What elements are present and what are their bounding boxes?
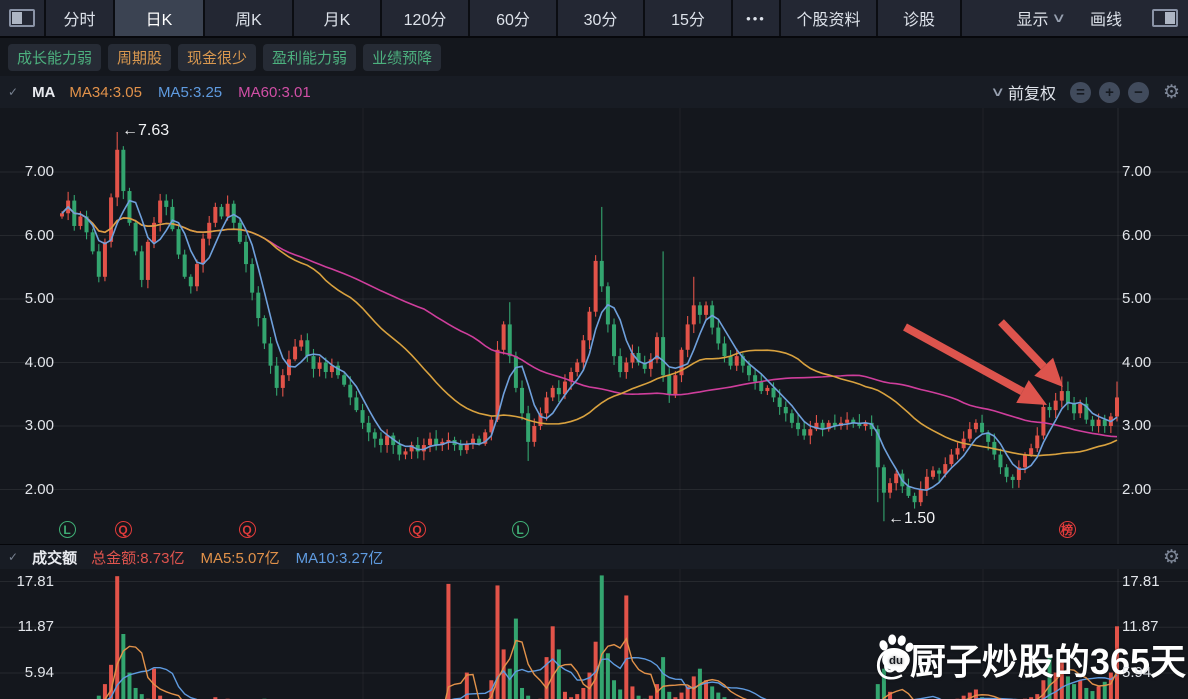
volume-legend-row: ✓ 成交额 总金额:8.73亿 MA5:5.07亿 MA10:3.27亿 ⚙ [0,545,1188,569]
stock-tag[interactable]: 盈利能力弱 [263,43,357,71]
stock-tag[interactable]: 业绩预降 [363,43,442,71]
chevron-down-icon: ∨ [990,84,1006,99]
ma-title: MA [32,83,56,101]
event-marker-L[interactable]: L [58,521,76,538]
price-extreme-annotation: ←7.63 [122,122,170,139]
chevron-down-icon: ∨ [1051,10,1067,25]
adjust-mode-label: 前复权 [1007,86,1056,103]
adjust-mode-menu[interactable]: ∨ 前复权 [990,80,1056,104]
price-axis-tick: 5.94 [1122,664,1152,681]
svg-text:du: du [889,655,903,667]
panel-right-icon [1152,9,1178,27]
volume-chart-pane[interactable]: du @厨子炒股的365天 17.81 17.81 11.87 11.87 5.94 5.… [0,569,1188,699]
ma-values: MA34:3.05 MA5:3.25 MA60:3.01 [69,84,310,101]
price-axis-tick: 2.00 [24,480,54,498]
baidu-paw-icon: du [879,634,914,671]
price-chart-pane[interactable]: 7.00 7.00 6.00 6.00 5.00 5.00 4.00 4.00 3.00 3.00… [0,108,1188,544]
price-axis-tick: 6.00 [24,226,54,244]
draw-line-button[interactable]: 画线 [1090,6,1122,30]
tab-诊股[interactable]: 诊股 [878,0,962,36]
tab-30分[interactable]: 30分 [558,0,645,36]
tab-周K[interactable]: 周K [205,0,294,36]
stock-tag[interactable]: 现金很少 [178,43,257,71]
price-axis-tick: 5.94 [24,664,54,681]
price-axis-tick: 6.00 [1122,226,1152,244]
price-axis-tick: 5.00 [24,290,54,307]
price-axis-tick: 11.87 [1122,618,1159,636]
volume-title: 成交额 [32,549,78,567]
stock-tag[interactable]: 成长能力弱 [8,43,102,71]
event-marker-Q[interactable]: Q [238,521,256,538]
price-axis-tick: 11.87 [17,618,54,636]
price-axis-tick: 7.00 [24,163,54,180]
equal-scale-button[interactable]: = [1069,81,1091,103]
price-axis-tick: 4.00 [24,353,54,371]
zoom-out-button[interactable]: − [1127,81,1149,103]
event-marker-Q[interactable]: Q [408,521,426,538]
price-axis-tick: 7.00 [1122,163,1152,180]
event-marker-榜[interactable]: 榜 [1058,521,1076,538]
legend-value: MA5:3.25 [157,83,223,101]
legend-value: MA10:3.27亿 [295,549,384,567]
legend-value: MA34:3.05 [69,83,142,101]
tab-日K[interactable]: 日K [115,0,205,36]
legend-value: MA60:3.01 [238,83,311,101]
legend-value: 总金额:8.73亿 [91,549,185,567]
extra-tab-list: 个股资料 诊股 [781,0,962,36]
tab-60分[interactable]: 60分 [470,0,558,36]
price-extreme-annotation: ←1.50 [888,510,936,527]
price-axis-tick: 2.00 [1122,480,1152,498]
price-axis-tick: 3.00 [24,417,54,434]
ma-toggle-check[interactable]: ✓ [8,85,18,99]
volume-values: 总金额:8.73亿 MA5:5.07亿 MA10:3.27亿 [91,547,383,568]
tab-120分[interactable]: 120分 [382,0,470,36]
ma-settings-gear-icon[interactable]: ⚙ [1163,81,1180,104]
stock-chart-app: 分时 日K 周K 月K 120分 60分 30分 15分 ••• 个股资料 诊股 显示 ∨ 画线… [0,0,1188,699]
price-axis-tick: 4.00 [1122,353,1152,371]
panel-right-toggle[interactable] [1148,9,1178,27]
price-axis-tick: 3.00 [1122,417,1152,434]
panel-left-icon [9,9,35,27]
more-tabs-button[interactable]: ••• [733,0,781,36]
stock-tag[interactable]: 周期股 [108,43,172,71]
price-axis-tick: 17.81 [16,572,54,590]
price-axis-tick: 17.81 [1122,572,1160,590]
tab-list: 分时 日K 周K 月K 120分 60分 30分 15分 [46,0,733,36]
legend-value: MA5:5.07亿 [200,549,280,567]
volume-toggle-check[interactable]: ✓ [8,550,18,564]
event-marker-L[interactable]: L [511,521,529,538]
display-label: 显示 [1016,12,1049,29]
price-plot[interactable] [0,108,1188,544]
price-axis-tick: 5.00 [1122,290,1152,307]
panel-left-toggle[interactable] [0,0,46,36]
volume-settings-gear-icon[interactable]: ⚙ [1163,546,1180,569]
event-marker-Q[interactable]: Q [114,521,132,538]
tab-月K[interactable]: 月K [294,0,382,36]
stock-tag-bar: 成长能力弱 周期股 现金很少 盈利能力弱 业绩预降 [0,38,1188,76]
tab-15分[interactable]: 15分 [645,0,733,36]
toolbar: 分时 日K 周K 月K 120分 60分 30分 15分 ••• 个股资料 诊股 显示 ∨ 画线 [0,0,1188,38]
ma-legend-row: ✓ MA MA34:3.05 MA5:3.25 MA60:3.01 ∨ 前复权 = +… [0,76,1188,108]
tab-分时[interactable]: 分时 [46,0,115,36]
display-menu[interactable]: 显示 ∨ [1016,6,1067,30]
tab-个股资料[interactable]: 个股资料 [781,0,878,36]
zoom-in-button[interactable]: + [1098,81,1120,103]
toolbar-right: 显示 ∨ 画线 [1016,0,1188,36]
